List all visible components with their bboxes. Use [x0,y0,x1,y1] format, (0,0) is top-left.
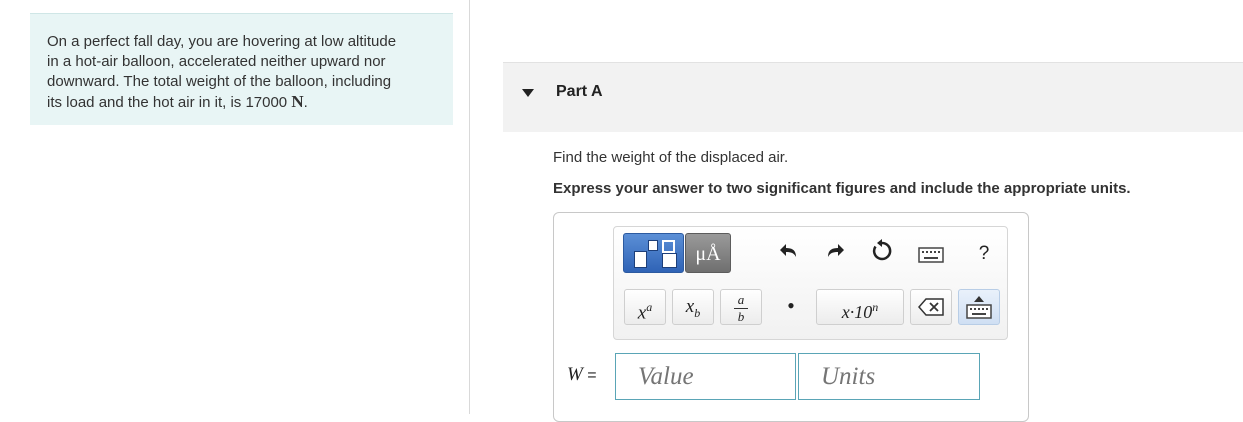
math-toolbar: μÅ ? xa xb ab • x·10n [613,226,1008,340]
units-icon[interactable]: μÅ [685,233,731,273]
problem-line: On a perfect fall day, you are hovering … [47,33,397,50]
reset-icon[interactable] [867,239,897,269]
power-exp: a [646,300,653,314]
templates-icon[interactable] [623,233,684,273]
frac-num: a [737,292,745,307]
subscript-key[interactable]: xb [672,289,714,325]
problem-line-text: its load and the hot air in it, is 17000 [47,94,292,111]
help-icon[interactable]: ? [969,239,999,269]
fraction-key[interactable]: ab [720,289,762,325]
sci-exp: n [872,300,879,314]
column-divider [469,0,470,414]
variable-symbol: W [567,364,583,385]
problem-line: its load and the hot air in it, is 17000… [47,92,437,113]
undo-icon[interactable] [774,240,804,270]
power-base: x [637,302,647,324]
instruction-text: Express your answer to two significant f… [553,180,1131,197]
sub-base: x [685,296,695,317]
problem-period: . [303,94,308,111]
equals-sign: = [582,367,597,384]
sci-notation-key[interactable]: x·10n [816,289,904,325]
value-input[interactable] [615,353,796,400]
collapse-caret-icon[interactable] [522,89,534,97]
frac-den: b [737,309,745,324]
part-title: Part A [556,83,603,100]
show-keyboard-icon[interactable] [958,289,1000,325]
redo-icon[interactable] [820,240,850,270]
dot-key[interactable]: • [772,289,810,325]
power-key[interactable]: xa [624,289,666,325]
question-text: Find the weight of the displaced air. [553,149,789,166]
part-header[interactable]: Part A [503,62,1243,132]
backspace-key[interactable] [910,289,952,325]
units-input[interactable] [798,353,980,400]
sub-index: b [694,305,701,320]
variable-label: W = [567,364,597,386]
problem-line: in a hot-air balloon, accelerated neithe… [47,53,386,70]
problem-line: downward. The total weight of the balloo… [47,73,392,90]
sci-base: x·10 [841,302,873,322]
problem-statement: On a perfect fall day, you are hovering … [30,13,453,125]
keyboard-icon[interactable] [917,241,945,267]
problem-unit: N [291,92,304,111]
